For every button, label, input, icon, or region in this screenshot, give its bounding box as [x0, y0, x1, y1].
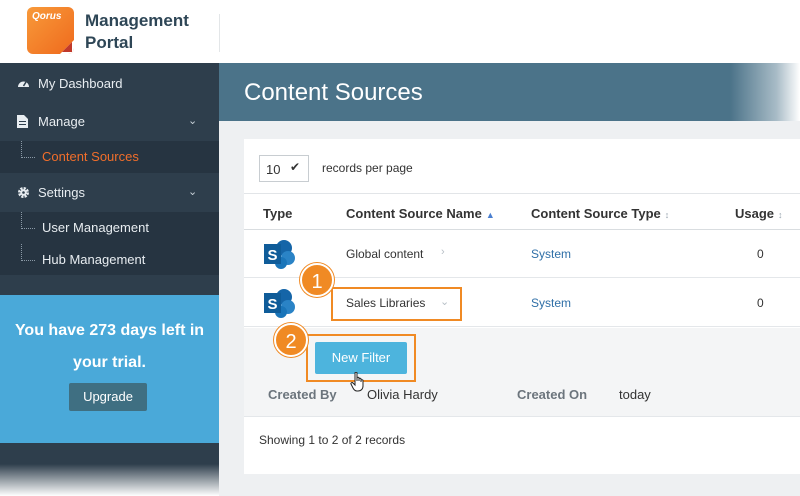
sidebar-item-label: Content Sources [42, 149, 139, 164]
chevron-right-icon[interactable]: › [441, 246, 445, 258]
sidebar-item-manage[interactable]: Manage ⌄ [0, 103, 219, 141]
records-per-page-select[interactable]: 10 ✔ [259, 155, 309, 182]
sidebar-item-label: Hub Management [42, 252, 146, 267]
content-source-type-link[interactable]: System [531, 296, 571, 310]
dashboard-icon [17, 77, 30, 90]
column-header-type[interactable]: Type [263, 206, 292, 221]
created-on-label: Created On [517, 387, 588, 402]
page-title: Content Sources [244, 79, 423, 106]
highlight-box-sales-libraries [331, 287, 462, 321]
sort-ascending-icon: ▲ [485, 210, 495, 220]
sidebar-item-content-sources[interactable]: Content Sources [0, 141, 219, 173]
manage-submenu: Content Sources [0, 141, 219, 173]
sharepoint-icon: S [264, 238, 296, 270]
divider [219, 14, 220, 52]
callout-badge-2: 2 [274, 323, 308, 357]
settings-submenu: User Management Hub Management [0, 212, 219, 275]
usage-count: 0 [757, 296, 764, 310]
column-header-usage[interactable]: Usage ↕ [735, 206, 783, 221]
sidebar-fade [0, 464, 219, 496]
sidebar-item-user-management[interactable]: User Management [0, 212, 219, 244]
trial-panel: You have 273 days left in your trial. Up… [0, 295, 219, 443]
hand-cursor-icon [350, 371, 366, 397]
created-by-label: Created By [268, 387, 337, 402]
tree-connector [21, 212, 35, 229]
logo-text: Qorus [32, 11, 62, 22]
trial-message: You have 273 days left in your trial. [14, 322, 205, 371]
sort-icon: ↕ [778, 210, 783, 220]
divider [244, 193, 800, 194]
top-bar: Qorus Management Portal [0, 0, 800, 63]
upgrade-button[interactable]: Upgrade [69, 383, 147, 411]
sidebar-item-label: Manage [38, 114, 85, 129]
sidebar-item-label: Settings [38, 185, 85, 200]
sidebar-item-hub-management[interactable]: Hub Management [0, 244, 219, 276]
tree-connector [21, 244, 35, 261]
portal-title: Management Portal [85, 11, 189, 52]
callout-badge-1: 1 [300, 263, 334, 297]
chevron-down-icon: ⌄ [188, 186, 198, 198]
sidebar-item-settings[interactable]: Settings ⌄ [0, 174, 219, 212]
tree-connector [21, 141, 35, 158]
svg-text:S: S [267, 296, 277, 313]
usage-count: 0 [757, 247, 764, 261]
chevron-down-icon: ✔ [290, 160, 301, 174]
qorus-logo[interactable]: Qorus [27, 7, 74, 54]
sidebar-item-label: My Dashboard [38, 76, 123, 91]
records-per-page-label: records per page [322, 161, 413, 175]
content-source-name[interactable]: Global content [346, 247, 423, 261]
sort-icon: ↕ [664, 210, 670, 220]
svg-text:S: S [267, 247, 277, 264]
created-on-value: today [619, 387, 651, 402]
pagination-info: Showing 1 to 2 of 2 records [259, 433, 406, 447]
column-header-name[interactable]: Content Source Name ▲ [346, 206, 495, 221]
gear-icon [17, 186, 30, 199]
sharepoint-icon: S [264, 287, 296, 319]
trial-days: 273 [89, 322, 117, 339]
content-source-type-link[interactable]: System [531, 247, 571, 261]
page-header: Content Sources [219, 63, 800, 121]
chevron-down-icon: ⌄ [188, 115, 198, 127]
document-icon [17, 115, 30, 128]
sidebar-item-label: User Management [42, 220, 149, 235]
column-header-source-type[interactable]: Content Source Type ↕ [531, 206, 669, 221]
created-by-value: Olivia Hardy [367, 387, 438, 402]
sidebar-item-my-dashboard[interactable]: My Dashboard [0, 65, 219, 103]
